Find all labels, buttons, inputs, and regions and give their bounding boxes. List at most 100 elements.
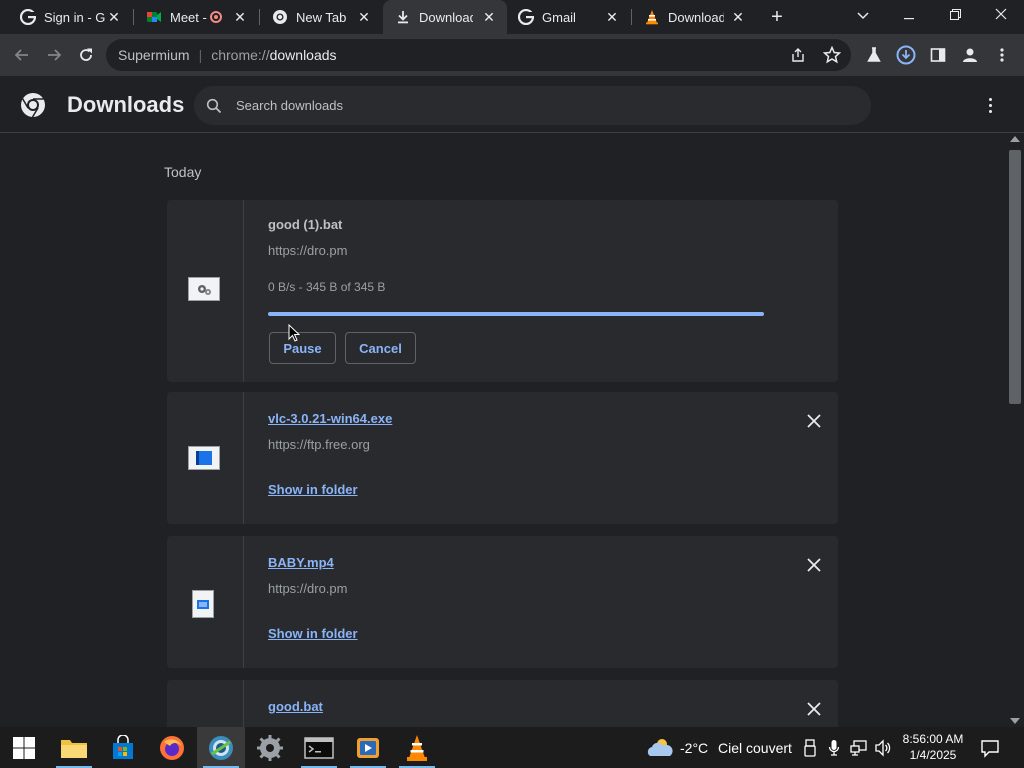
video-file-icon bbox=[192, 590, 214, 618]
close-icon bbox=[807, 414, 821, 428]
file-icon-column bbox=[167, 200, 244, 382]
url-scheme: chrome:// bbox=[211, 47, 270, 63]
close-icon[interactable]: ✕ bbox=[481, 9, 497, 25]
close-icon[interactable]: ✕ bbox=[356, 9, 372, 25]
minimize-icon bbox=[904, 18, 914, 20]
tab-downloads[interactable]: Download ✕ bbox=[383, 0, 507, 34]
download-item: vlc-3.0.21-win64.exe https://ftp.free.or… bbox=[167, 392, 838, 524]
taskbar-firefox[interactable] bbox=[148, 727, 196, 768]
share-icon[interactable] bbox=[790, 47, 806, 63]
new-tab-button[interactable]: + bbox=[766, 6, 788, 28]
tab-label: Download bbox=[419, 9, 473, 25]
reload-icon bbox=[80, 48, 92, 61]
windows-taskbar: -2°C Ciel couvert 8:56:00 AM 1/4/2025 bbox=[0, 727, 1024, 768]
tab-label: Download bbox=[668, 9, 724, 25]
address-bar[interactable]: Supermium | chrome://downloads bbox=[106, 39, 851, 71]
tab-meet[interactable]: Meet - ✕ bbox=[134, 0, 258, 34]
arrow-right-icon bbox=[48, 49, 62, 61]
installer-file-icon bbox=[188, 446, 220, 470]
show-in-folder-link[interactable]: Show in folder bbox=[268, 482, 358, 497]
weather-temperature[interactable]: -2°C bbox=[680, 740, 708, 756]
search-input[interactable] bbox=[236, 98, 836, 113]
pause-button[interactable]: Pause bbox=[269, 332, 336, 364]
file-name-link[interactable]: good.bat bbox=[268, 699, 323, 714]
tab-label: New Tab bbox=[296, 9, 347, 25]
weather-condition[interactable]: Ciel couvert bbox=[718, 740, 792, 756]
downloads-button[interactable] bbox=[894, 43, 918, 67]
tab-strip: Sign in - Goo ✕ Meet - ✕ New Tab ✕ Downl… bbox=[0, 0, 1024, 34]
avatar-icon bbox=[963, 48, 977, 62]
downloads-menu-button[interactable] bbox=[980, 94, 1000, 116]
side-panel-icon bbox=[930, 48, 946, 62]
remove-from-list-button[interactable] bbox=[805, 557, 823, 575]
downloads-header: Downloads bbox=[0, 76, 1024, 133]
chrome-icon bbox=[272, 9, 288, 25]
tab-sign-in[interactable]: Sign in - Goo ✕ bbox=[8, 0, 132, 34]
taskbar-clock[interactable]: 8:56:00 AM 1/4/2025 bbox=[900, 731, 966, 763]
media-player-icon bbox=[357, 737, 379, 758]
taskbar-vlc[interactable] bbox=[393, 727, 441, 768]
network-icon[interactable] bbox=[850, 739, 868, 757]
minimize-button[interactable] bbox=[886, 0, 932, 30]
file-icon-column bbox=[167, 680, 244, 727]
close-icon[interactable]: ✕ bbox=[604, 9, 620, 25]
file-icon-column bbox=[167, 392, 244, 524]
search-box[interactable] bbox=[194, 86, 871, 125]
close-icon[interactable]: ✕ bbox=[106, 9, 122, 25]
firefox-icon bbox=[160, 735, 184, 760]
taskbar-store[interactable] bbox=[99, 727, 147, 768]
download-item: BABY.mp4 https://dro.pm Show in folder bbox=[167, 536, 838, 668]
browser-window: Sign in - Goo ✕ Meet - ✕ New Tab ✕ Downl… bbox=[0, 0, 1024, 768]
side-panel-button[interactable] bbox=[926, 43, 950, 67]
file-name-link[interactable]: BABY.mp4 bbox=[268, 555, 334, 570]
forward-button[interactable] bbox=[42, 43, 66, 67]
scroll-down-arrow-icon[interactable] bbox=[1010, 718, 1020, 724]
scroll-thumb[interactable] bbox=[1009, 150, 1021, 404]
profile-button[interactable] bbox=[958, 43, 982, 67]
back-button[interactable] bbox=[10, 43, 34, 67]
tab-vlc-download[interactable]: Download ✕ bbox=[632, 0, 756, 34]
more-vert-icon bbox=[1000, 48, 1004, 62]
remove-from-list-button[interactable] bbox=[805, 701, 823, 719]
taskbar-supermium[interactable] bbox=[197, 727, 245, 768]
taskbar-command-prompt[interactable] bbox=[295, 727, 343, 768]
scroll-up-arrow-icon[interactable] bbox=[1010, 136, 1020, 142]
tab-gmail[interactable]: Gmail ✕ bbox=[506, 0, 630, 34]
close-window-button[interactable] bbox=[978, 0, 1024, 30]
weather-cloud-icon[interactable] bbox=[646, 736, 674, 758]
restore-icon bbox=[949, 9, 961, 20]
start-button[interactable] bbox=[0, 727, 48, 768]
remove-from-list-button[interactable] bbox=[805, 413, 823, 431]
close-icon[interactable]: ✕ bbox=[730, 9, 746, 25]
volume-icon[interactable] bbox=[874, 739, 892, 757]
vlc-icon bbox=[644, 9, 660, 25]
labs-button[interactable] bbox=[862, 43, 886, 67]
tab-label: Meet - bbox=[170, 9, 207, 25]
reload-button[interactable] bbox=[74, 43, 98, 67]
file-source-url: https://ftp.free.org bbox=[268, 437, 370, 452]
show-in-folder-link[interactable]: Show in folder bbox=[268, 626, 358, 641]
file-name-link[interactable]: vlc-3.0.21-win64.exe bbox=[268, 411, 392, 426]
tab-label: Sign in - Goo bbox=[44, 9, 106, 25]
taskbar-settings-app[interactable] bbox=[246, 727, 294, 768]
tab-new-tab[interactable]: New Tab ✕ bbox=[260, 0, 382, 34]
usb-device-icon[interactable] bbox=[804, 739, 816, 757]
restore-button[interactable] bbox=[932, 0, 978, 30]
browser-menu-button[interactable] bbox=[990, 43, 1014, 67]
microphone-icon[interactable] bbox=[828, 739, 840, 757]
google-icon bbox=[518, 9, 534, 25]
close-icon bbox=[807, 558, 821, 572]
taskbar-file-explorer[interactable] bbox=[50, 727, 98, 768]
taskbar-media-player[interactable] bbox=[344, 727, 392, 768]
page-scrollbar[interactable] bbox=[1006, 134, 1024, 727]
store-icon bbox=[113, 734, 133, 759]
clock-date: 1/4/2025 bbox=[909, 748, 957, 762]
supermium-icon bbox=[209, 735, 233, 760]
browser-toolbar: Supermium | chrome://downloads bbox=[0, 34, 1024, 76]
star-icon[interactable] bbox=[822, 45, 842, 64]
tab-search-button[interactable] bbox=[840, 0, 886, 30]
cancel-button[interactable]: Cancel bbox=[345, 332, 416, 364]
close-icon[interactable]: ✕ bbox=[232, 9, 248, 25]
notification-icon[interactable] bbox=[980, 738, 1000, 758]
chevron-down-icon bbox=[857, 12, 869, 20]
